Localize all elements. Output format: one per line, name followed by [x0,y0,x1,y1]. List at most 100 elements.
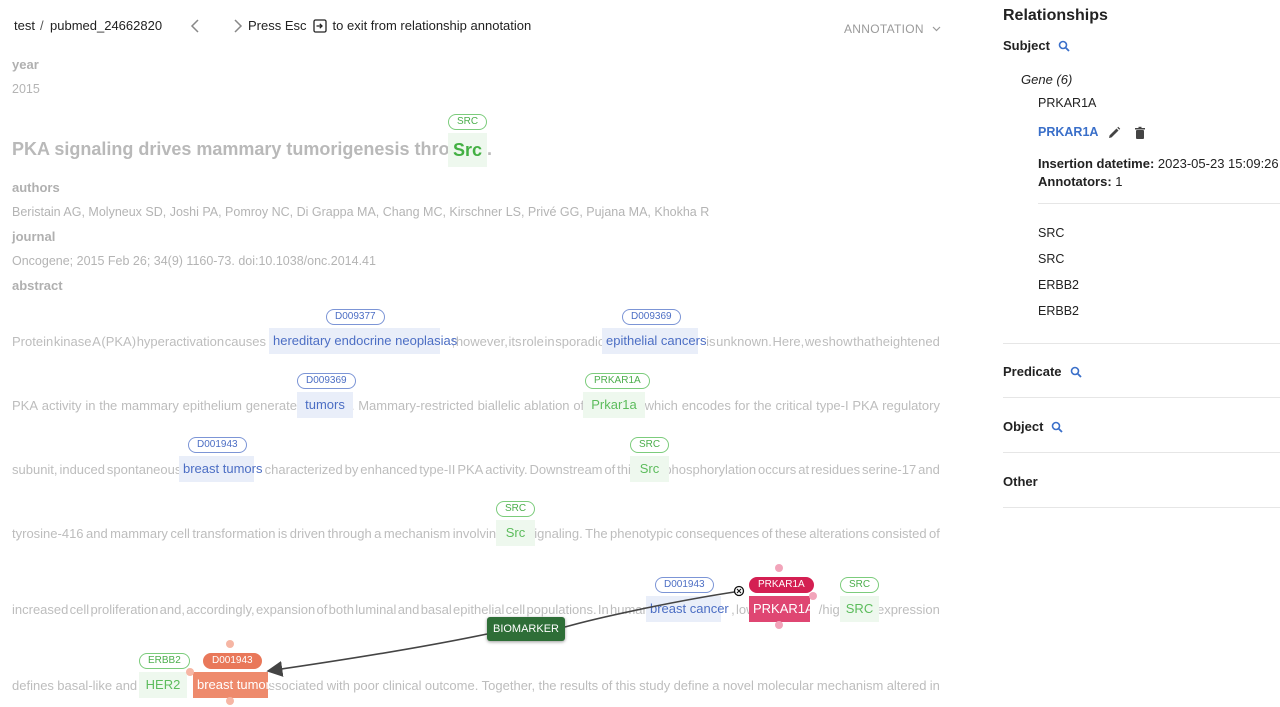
abstract-word: is [277,526,288,541]
gene-group-header[interactable]: Gene (6) [1021,72,1072,87]
entity-breast-tumors[interactable]: breast tumors [179,456,262,482]
entity-tag[interactable]: D001943 [188,437,247,453]
drag-handle[interactable] [775,621,783,629]
entity-tag[interactable]: SRC [840,577,880,593]
title-entity-src[interactable]: Src [448,133,487,167]
predicate-section[interactable]: Predicate [1003,364,1082,379]
abstract-word: In [597,602,609,617]
annotators: Annotators: 1 [1038,174,1123,189]
subject-item-erbb2[interactable]: ERBB2 [1038,304,1079,318]
chevron-down-icon [932,26,941,32]
entity-epithelial-cancers[interactable]: epithelial cancers [602,328,706,354]
entity-tag[interactable]: SRC [448,114,488,130]
abstract-word: transformation [192,526,276,541]
annotators-value: 1 [1115,174,1123,189]
other-section[interactable]: Other [1003,474,1038,489]
insertion-datetime: Insertion datetime: 2023-05-23 15:09:26 [1038,156,1279,171]
entity-tag[interactable]: ERBB2 [139,653,190,669]
entity-tag[interactable]: D009369 [297,373,356,389]
subject-section[interactable]: Subject [1003,38,1070,53]
entity-tag[interactable]: SRC [496,501,536,517]
year-value: 2015 [12,82,40,96]
subject-item-src[interactable]: SRC [1038,226,1064,240]
entity-tag[interactable]: SRC [630,437,670,453]
subject-item-prkar1a-selected[interactable]: PRKAR1A [1038,125,1098,139]
abstract-word: phosphorylation [664,462,757,477]
abstract-word: basal-like [57,678,113,693]
entity-hereditary-endocrine-neoplasias[interactable]: hereditary endocrine neoplasias [269,328,457,354]
edit-icon[interactable] [1107,126,1121,140]
entity-tag[interactable]: PRKAR1A [585,373,650,389]
object-entity-tag[interactable]: D001943 [203,653,262,669]
subject-entity-tag[interactable]: PRKAR1A [749,577,814,593]
abstract-word: PKA [457,462,484,477]
drag-handle[interactable] [809,592,817,600]
abstract-word: luminal [355,602,397,617]
abstract-word: of [761,526,773,541]
abstract-word: mammary [121,398,179,413]
abstract-word: the [753,398,772,413]
breadcrumb-project[interactable]: test [14,18,35,33]
abstract-word: type-II [419,462,456,477]
object-entity-breast-tumors[interactable]: breast tumors [193,672,276,698]
subject-entity-prkar1a[interactable]: PRKAR1A [749,596,814,622]
relation-label-biomarker[interactable]: BIOMARKER [487,617,565,641]
abstract-word: in [929,678,940,693]
search-icon[interactable] [1070,366,1082,378]
object-section[interactable]: Object [1003,419,1064,434]
entity-tag[interactable]: D009377 [326,309,385,325]
entity-src[interactable]: SRC [840,596,879,622]
entity-her2[interactable]: HER2 [139,672,187,698]
top-bar: test / pubmed_24662820 Press Esc to exit… [0,0,990,52]
search-icon[interactable] [1058,40,1070,52]
abstract-word: at [798,462,810,477]
breadcrumb-document: pubmed_24662820 [50,18,163,33]
entity-prkar1a[interactable]: Prkar1a [583,392,645,418]
abstract-word: induced [59,462,105,477]
abstract-word: we [804,334,822,349]
delete-icon[interactable] [1133,126,1147,140]
drag-handle[interactable] [226,697,234,705]
abstract-word: results [559,678,599,693]
abstract-word: tyrosine-416 [12,526,84,541]
abstract-word: study [639,678,671,693]
abstract-word: of [929,526,940,541]
abstract-word: epithelium [182,398,242,413]
entity-src[interactable]: Src [496,520,535,546]
abstract-word: basal [420,602,452,617]
entity-tag[interactable]: D001943 [655,577,714,593]
abstract-word: and [115,678,138,693]
abstract-word: causes [224,334,266,349]
abstract-word: characterized [264,462,343,477]
abstract-word: Protein [12,334,54,349]
entity-tumors[interactable]: tumors [297,392,353,418]
abstract-word: increased [12,602,69,617]
entity-src[interactable]: Src [630,456,669,482]
abstract-word: serine-17 [862,462,917,477]
abstract-word: clinical [382,678,422,693]
abstract-word: occurs [758,462,797,477]
abstract-word: and [397,602,420,617]
abstract-word: , [731,602,735,617]
abstract-line: PKA activity in the mammary epithelium generat… [12,398,940,413]
search-icon[interactable] [1051,421,1064,433]
abstract-word: this [615,678,636,693]
subject-item-prkar1a[interactable]: PRKAR1A [1038,96,1096,110]
abstract-word: subunit, [12,462,58,477]
drag-handle[interactable] [226,640,234,648]
abstract-word: Downstream [529,462,603,477]
entity-tag[interactable]: D009369 [622,309,681,325]
abstract-line: subunit,inducedspontaneousbreast tumorsc… [12,462,940,477]
subject-item-src[interactable]: SRC [1038,252,1064,266]
previous-document-button[interactable] [185,15,207,37]
entity-breast-cancer[interactable]: breast cancer [646,596,729,622]
abstract-word: is [706,334,716,349]
next-document-button[interactable] [226,15,248,37]
drag-handle[interactable] [775,564,783,572]
drag-handle[interactable] [186,668,194,676]
mode-dropdown[interactable]: ANNOTATION [844,22,941,36]
subject-item-erbb2[interactable]: ERBB2 [1038,278,1079,292]
document-title: PKA signaling drives mammary tumorigenes… [12,139,482,160]
abstract-word: for [734,398,750,413]
abstract-word: The [585,526,608,541]
